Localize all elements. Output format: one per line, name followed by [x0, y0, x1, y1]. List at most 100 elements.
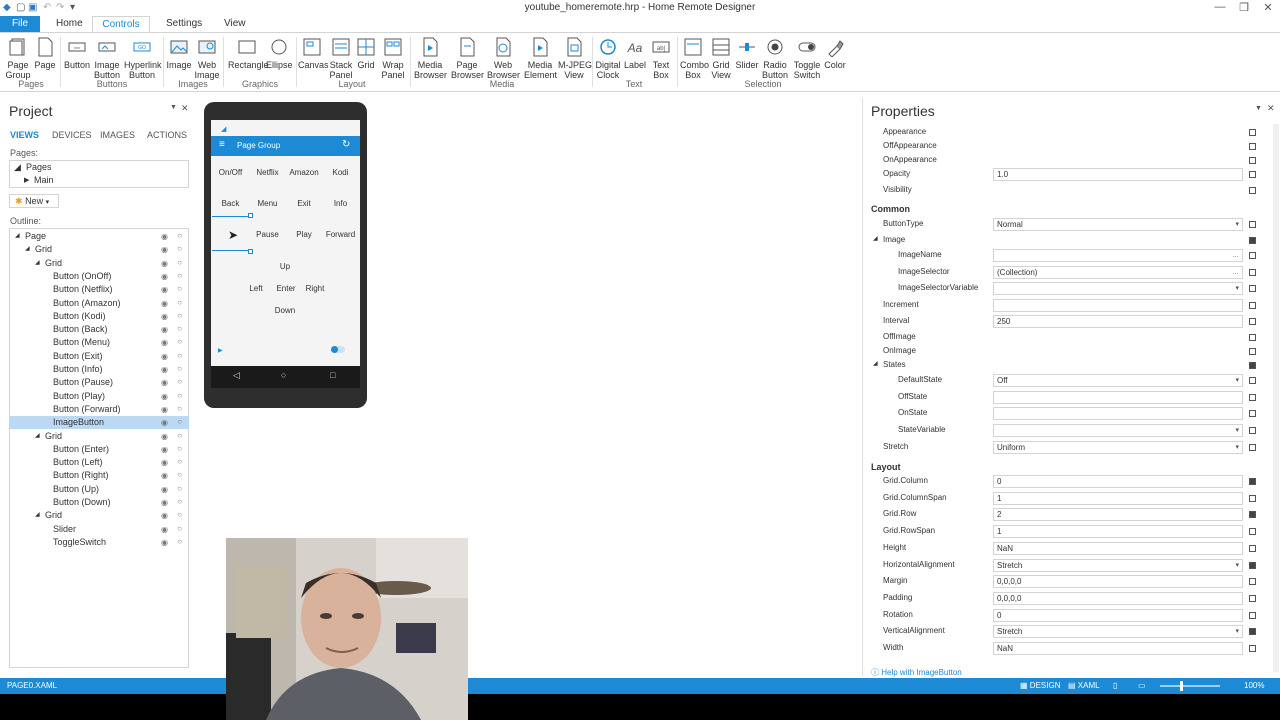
properties-scrollbar[interactable]	[1273, 124, 1279, 672]
color-button[interactable]: Color	[822, 37, 848, 70]
stack-panel-button[interactable]: Stack Panel	[328, 37, 354, 80]
property-value-field[interactable]: 0,0,0,0	[993, 575, 1243, 589]
phone-button-forward[interactable]: Forward	[322, 230, 359, 239]
property-marker-icon[interactable]	[1249, 377, 1256, 384]
page-browser-button[interactable]: Page Browser	[451, 37, 484, 80]
label-button[interactable]: Aa Label	[623, 37, 647, 70]
outline-row[interactable]: ImageButton ◉ ○	[9, 416, 189, 430]
outline-row[interactable]: Button (Play) ◉ ○	[9, 390, 189, 403]
property-marker-icon[interactable]	[1249, 528, 1256, 536]
phone-button-enter[interactable]: Enter	[271, 284, 301, 293]
tab-controls[interactable]: Controls	[92, 16, 150, 32]
grid-button[interactable]: Grid	[355, 37, 377, 70]
property-value-field[interactable]: 0	[993, 608, 1243, 622]
property-value-field[interactable]: 250	[993, 315, 1243, 328]
phone-button-menu[interactable]: Menu	[249, 199, 286, 208]
visibility-eye-icon[interactable]: ◉	[161, 312, 168, 321]
outline-row[interactable]: Button (Down) ◉ ○	[9, 496, 189, 509]
text-box-button[interactable]: ab| Text Box	[649, 37, 673, 80]
outline-row[interactable]: ◢ Grid ◉ ○	[9, 430, 189, 443]
lock-toggle-icon[interactable]: ○	[177, 417, 182, 426]
lock-toggle-icon[interactable]: ○	[177, 351, 182, 360]
outline-row[interactable]: ◢ Grid ◉ ○	[9, 243, 189, 256]
property-marker-icon[interactable]	[1249, 334, 1256, 341]
visibility-eye-icon[interactable]: ◉	[161, 338, 168, 347]
property-marker-icon[interactable]	[1249, 129, 1256, 136]
visibility-eye-icon[interactable]: ◉	[161, 365, 168, 374]
lock-toggle-icon[interactable]: ○	[177, 284, 182, 293]
minimize-icon[interactable]: —	[1210, 1, 1230, 13]
common-section-header[interactable]: Common	[871, 204, 910, 214]
combo-box-button[interactable]: Combo Box	[680, 37, 709, 80]
canvas-button[interactable]: Canvas	[298, 37, 329, 70]
property-value-field[interactable]: Normal ▾	[993, 218, 1243, 231]
property-value-field[interactable]: Stretch ▾	[993, 625, 1243, 639]
visibility-eye-icon[interactable]: ◉	[161, 458, 168, 467]
property-value-field[interactable]: NaN	[993, 642, 1243, 655]
property-marker-icon[interactable]	[1249, 611, 1256, 619]
outline-row[interactable]: Button (Enter) ◉ ○	[9, 443, 189, 456]
property-marker-icon[interactable]	[1249, 171, 1256, 178]
property-marker-icon[interactable]	[1249, 302, 1256, 309]
dropdown-arrow-icon[interactable]: ▾	[1235, 425, 1239, 436]
outline-row[interactable]: Button (Left) ◉ ○	[9, 456, 189, 469]
pane-options-icon[interactable]: ▼	[1255, 105, 1262, 112]
phone-button-left[interactable]: Left	[242, 284, 270, 293]
visibility-eye-icon[interactable]: ◉	[161, 272, 168, 281]
visibility-eye-icon[interactable]: ◉	[161, 525, 168, 534]
outline-row[interactable]: Button (Pause) ◉ ○	[9, 376, 189, 389]
lock-toggle-icon[interactable]: ○	[177, 231, 182, 240]
image-button-button[interactable]: Image Button	[93, 37, 121, 80]
tab-home[interactable]: Home	[48, 16, 91, 32]
slider-button[interactable]: Slider	[735, 37, 759, 70]
phone-button-pause[interactable]: Pause	[249, 230, 286, 239]
lock-toggle-icon[interactable]: ○	[177, 337, 182, 346]
outline-row[interactable]: ◢ Grid ◉ ○	[9, 257, 189, 270]
phone-button-amazon[interactable]: Amazon	[285, 168, 323, 177]
phone-button-onoff[interactable]: On/Off	[212, 168, 249, 177]
dropdown-arrow-icon[interactable]: ▾	[1235, 375, 1239, 386]
outline-row[interactable]: Button (Up) ◉ ○	[9, 483, 189, 496]
outline-row[interactable]: ◢ Page ◉ ○	[9, 230, 189, 243]
phone-button-back[interactable]: Back	[212, 199, 249, 208]
property-marker-icon[interactable]	[1249, 478, 1256, 485]
property-value-field[interactable]: 1	[993, 525, 1243, 539]
outline-row[interactable]: Button (Exit) ◉ ○	[9, 350, 189, 363]
visibility-eye-icon[interactable]: ◉	[161, 432, 168, 441]
phone-toggle-switch[interactable]	[331, 346, 345, 353]
pane-close-icon[interactable]: ✕	[1267, 103, 1275, 114]
outline-row[interactable]: Slider ◉ ○	[9, 523, 189, 536]
outline-row[interactable]: Button (Forward) ◉ ○	[9, 403, 189, 416]
zoom-slider[interactable]	[1160, 681, 1220, 691]
tab-file[interactable]: File	[0, 16, 40, 32]
lock-toggle-icon[interactable]: ○	[177, 324, 182, 333]
resize-handle[interactable]	[248, 249, 253, 254]
tab-actions[interactable]: ACTIONS	[147, 130, 187, 140]
property-marker-icon[interactable]	[1249, 544, 1256, 552]
collapse-arrow-icon[interactable]: ◢	[873, 360, 878, 367]
property-marker-icon[interactable]	[1249, 394, 1256, 401]
pane-options-icon[interactable]: ▼	[170, 104, 177, 111]
property-marker-icon[interactable]	[1249, 645, 1256, 652]
lock-toggle-icon[interactable]: ○	[177, 457, 182, 466]
visibility-eye-icon[interactable]: ◉	[161, 392, 168, 401]
hamburger-menu-icon[interactable]: ≡	[219, 139, 225, 150]
visibility-eye-icon[interactable]: ◉	[161, 538, 168, 547]
lock-toggle-icon[interactable]: ○	[177, 311, 182, 320]
phone-slider[interactable]: ▶	[218, 347, 223, 354]
main-tree-item[interactable]: Main	[34, 174, 54, 187]
close-icon[interactable]: ✕	[1258, 1, 1278, 14]
lock-toggle-icon[interactable]: ○	[177, 431, 182, 440]
lock-toggle-icon[interactable]: ○	[177, 258, 182, 267]
collapse-arrow-icon[interactable]: ◢	[14, 161, 21, 174]
lock-toggle-icon[interactable]: ○	[177, 537, 182, 546]
visibility-eye-icon[interactable]: ◉	[161, 325, 168, 334]
lock-toggle-icon[interactable]: ○	[177, 470, 182, 479]
dropdown-arrow-icon[interactable]: ▾	[1235, 626, 1239, 637]
property-value-field[interactable]: 0	[993, 475, 1243, 488]
xaml-view-button[interactable]: ▤ XAML	[1068, 678, 1100, 694]
property-value-field[interactable]: Stretch ▾	[993, 558, 1243, 572]
tab-view[interactable]: View	[216, 16, 254, 32]
property-marker-icon[interactable]	[1249, 269, 1256, 276]
maximize-icon[interactable]: ❐	[1234, 1, 1254, 14]
